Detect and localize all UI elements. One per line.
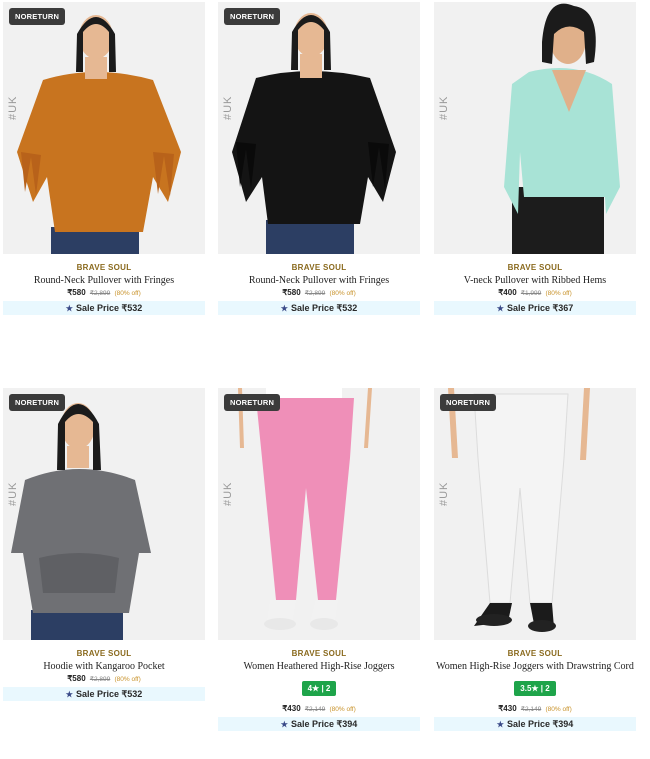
product-title[interactable]: Women High-Rise Joggers with Drawstring …	[434, 661, 636, 672]
price-row: ₹400 ₹1,999 (80% off)	[434, 288, 636, 297]
uk-tag: #UK	[7, 95, 19, 120]
model-photo	[448, 388, 590, 632]
mrp: ₹1,999	[520, 290, 542, 297]
model-photo	[238, 388, 372, 630]
price: ₹430	[498, 704, 517, 713]
price-row: ₹430 ₹2,149 (80% off)	[218, 704, 420, 713]
brand-name: BRAVE SOUL	[76, 263, 132, 272]
mrp: ₹2,899	[304, 290, 326, 297]
brand-name: BRAVE SOUL	[507, 649, 563, 658]
mrp: ₹2,899	[89, 290, 111, 297]
brand-name: BRAVE SOUL	[76, 649, 132, 658]
mrp: ₹2,899	[89, 676, 111, 683]
model-photo	[232, 13, 396, 254]
sale-price-label: Sale Price ₹532	[290, 303, 358, 313]
star-icon: ★	[65, 304, 73, 313]
uk-tag: #UK	[222, 481, 234, 506]
price-row: ₹580 ₹2,899 (80% off)	[3, 674, 205, 683]
rating-badge[interactable]: 3.5★ | 2	[514, 681, 556, 696]
uk-tag: #UK	[438, 95, 450, 120]
product-title[interactable]: Round-Neck Pullover with Fringes	[218, 275, 420, 286]
product-title[interactable]: Hoodie with Kangaroo Pocket	[3, 661, 205, 672]
sale-price-label: Sale Price ₹367	[506, 303, 574, 313]
star-icon: ★	[280, 304, 288, 313]
product-card[interactable]: NORETURN #UK BRAVE SOUL Round-Neck Pullo…	[218, 2, 420, 315]
noreturn-badge: NORETURN	[224, 8, 281, 25]
rating-badge[interactable]: 4★ | 2	[301, 681, 337, 696]
uk-tag: #UK	[7, 481, 19, 506]
sale-price-banner: ★ Sale Price ₹532	[218, 301, 420, 315]
sale-price-banner: ★ Sale Price ₹367	[434, 301, 636, 315]
discount: (80% off)	[545, 706, 572, 713]
uk-tag: #UK	[222, 95, 234, 120]
mrp: ₹2,149	[304, 706, 326, 713]
sale-price-banner: ★ Sale Price ₹394	[434, 717, 636, 731]
product-image[interactable]: NORETURN #UK	[3, 2, 205, 254]
product-card[interactable]: NORETURN #UK BRAVE SOUL Women High-Rise …	[434, 388, 636, 731]
discount: (80% off)	[545, 290, 572, 297]
product-image[interactable]: NORETURN #UK	[218, 388, 420, 640]
noreturn-badge: NORETURN	[9, 8, 66, 25]
product-image[interactable]: #UK	[434, 2, 636, 254]
sale-price-banner: ★ Sale Price ₹532	[3, 687, 205, 701]
sale-price-banner: ★ Sale Price ₹394	[218, 717, 420, 731]
discount: (80% off)	[329, 706, 356, 713]
product-card[interactable]: #UK BRAVE SOUL V-neck Pullover with Ribb…	[434, 2, 636, 315]
price: ₹400	[498, 288, 517, 297]
noreturn-badge: NORETURN	[9, 394, 66, 411]
product-card[interactable]: NORETURN #UK BRAVE SOUL Round-Neck Pullo…	[3, 2, 205, 315]
star-icon: ★	[65, 690, 73, 699]
product-image[interactable]: NORETURN #UK	[218, 2, 420, 254]
model-photo	[17, 15, 181, 254]
noreturn-badge: NORETURN	[440, 394, 497, 411]
sale-price-label: Sale Price ₹394	[290, 719, 358, 729]
brand-name: BRAVE SOUL	[291, 263, 347, 272]
model-photo	[11, 403, 151, 640]
discount: (80% off)	[114, 676, 141, 683]
product-title[interactable]: Women Heathered High-Rise Joggers	[218, 661, 420, 672]
star-icon: ★	[280, 720, 288, 729]
product-image[interactable]: NORETURN #UK	[3, 388, 205, 640]
product-title[interactable]: V-neck Pullover with Ribbed Hems	[434, 275, 636, 286]
product-card[interactable]: NORETURN #UK BRAVE SOUL Women Heathered …	[218, 388, 420, 731]
star-icon: ★	[496, 304, 504, 313]
price-row: ₹580 ₹2,899 (80% off)	[3, 288, 205, 297]
price-row: ₹430 ₹2,149 (80% off)	[434, 704, 636, 713]
star-icon: ★	[496, 720, 504, 729]
discount: (80% off)	[329, 290, 356, 297]
price: ₹580	[282, 288, 301, 297]
product-title[interactable]: Round-Neck Pullover with Fringes	[3, 275, 205, 286]
brand-name: BRAVE SOUL	[507, 263, 563, 272]
sale-price-label: Sale Price ₹532	[75, 303, 143, 313]
uk-tag: #UK	[438, 481, 450, 506]
model-photo	[504, 3, 620, 254]
noreturn-badge: NORETURN	[224, 394, 281, 411]
mrp: ₹2,149	[520, 706, 542, 713]
brand-name: BRAVE SOUL	[291, 649, 347, 658]
sale-price-label: Sale Price ₹532	[75, 689, 143, 699]
product-card[interactable]: NORETURN #UK BRAVE SOUL Hoodie with Kang…	[3, 388, 205, 701]
sale-price-label: Sale Price ₹394	[506, 719, 574, 729]
product-image[interactable]: NORETURN #UK	[434, 388, 636, 640]
sale-price-banner: ★ Sale Price ₹532	[3, 301, 205, 315]
price: ₹430	[282, 704, 301, 713]
discount: (80% off)	[114, 290, 141, 297]
price-row: ₹580 ₹2,899 (80% off)	[218, 288, 420, 297]
price: ₹580	[67, 674, 86, 683]
price: ₹580	[67, 288, 86, 297]
